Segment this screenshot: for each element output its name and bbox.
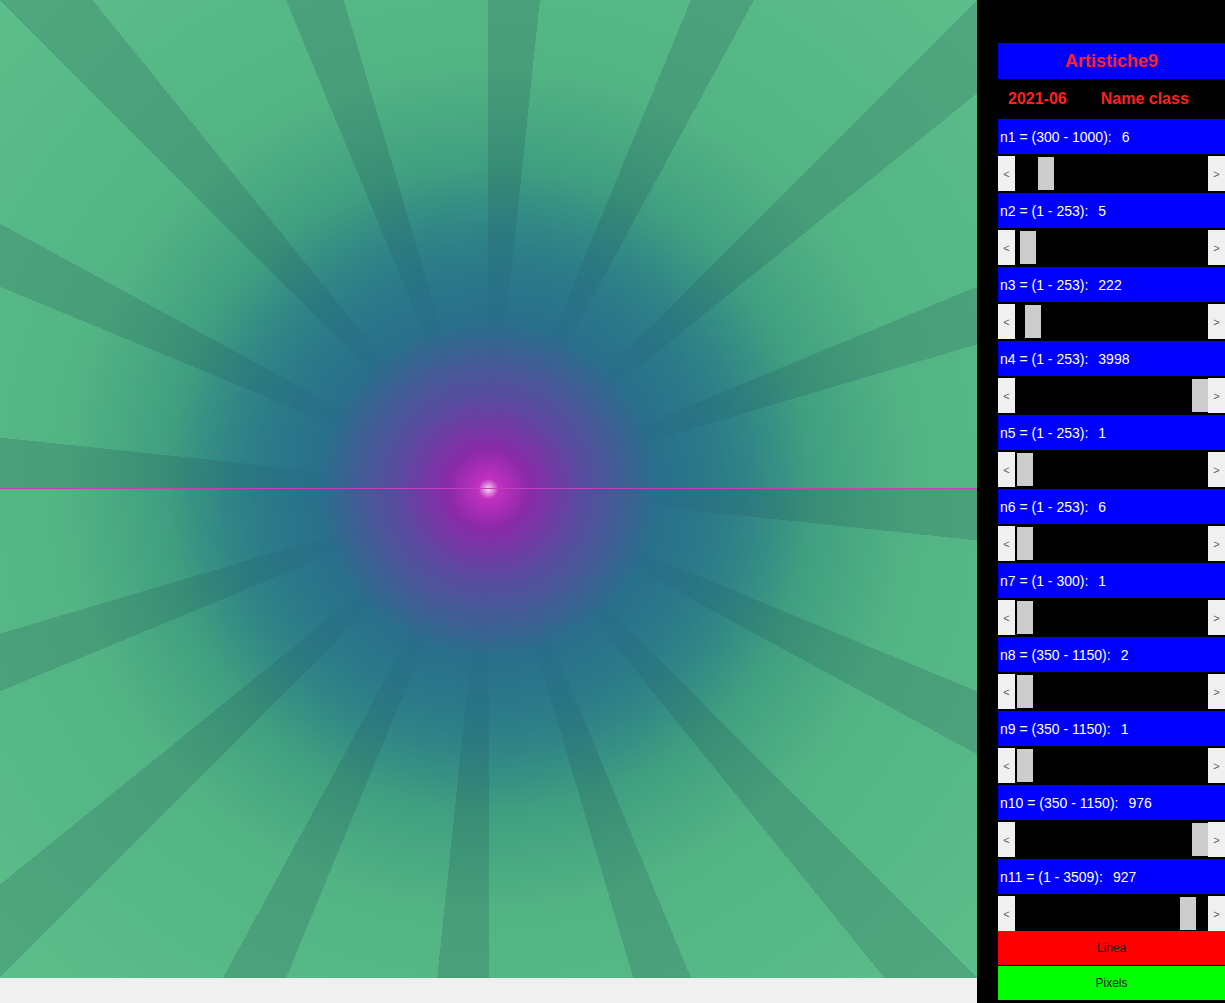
subheader: 2021-06 Name class <box>998 81 1225 117</box>
slider-label: n9 = (350 - 1150):1 <box>998 711 1225 746</box>
slider-value: 927 <box>1113 869 1136 885</box>
bottom-strip <box>0 978 977 1003</box>
scroll-left-button[interactable]: < <box>998 304 1015 339</box>
scroll-right-button[interactable]: > <box>1208 748 1225 783</box>
slider-thumb[interactable] <box>1020 231 1036 264</box>
slider-track[interactable] <box>1015 230 1208 265</box>
scroll-left-button[interactable]: < <box>998 674 1015 709</box>
slider-thumb[interactable] <box>1192 823 1208 856</box>
slider[interactable]: <> <box>998 822 1225 857</box>
slider-thumb[interactable] <box>1180 897 1196 930</box>
slider-label: n3 = (1 - 253):222 <box>998 267 1225 302</box>
slider-thumb[interactable] <box>1192 379 1208 412</box>
scroll-right-button[interactable]: > <box>1208 452 1225 487</box>
scroll-right-button[interactable]: > <box>1208 600 1225 635</box>
slider[interactable]: <> <box>998 378 1225 413</box>
slider-value: 222 <box>1098 277 1121 293</box>
drawing-area <box>0 0 977 1003</box>
action-button[interactable]: Linea <box>998 931 1225 965</box>
app-window: Artistiche9 2021-06 Name class n1 = (300 - … <box>0 0 1225 1003</box>
slider-value: 976 <box>1128 795 1151 811</box>
scroll-left-button[interactable]: < <box>998 896 1015 931</box>
scroll-right-button[interactable]: > <box>1208 896 1225 931</box>
fractal-canvas <box>0 0 977 978</box>
slider-value: 2 <box>1121 647 1129 663</box>
slider-track[interactable] <box>1015 452 1208 487</box>
slider[interactable]: <> <box>998 896 1225 931</box>
slider-track[interactable] <box>1015 674 1208 709</box>
scroll-left-button[interactable]: < <box>998 378 1015 413</box>
class-label: Name class <box>1101 90 1189 108</box>
slider-thumb[interactable] <box>1017 601 1033 634</box>
slider-track[interactable] <box>1015 748 1208 783</box>
slider-thumb[interactable] <box>1017 675 1033 708</box>
scroll-left-button[interactable]: < <box>998 452 1015 487</box>
slider[interactable]: <> <box>998 452 1225 487</box>
slider-track[interactable] <box>1015 526 1208 561</box>
slider-label: n10 = (350 - 1150):976 <box>998 785 1225 820</box>
slider[interactable]: <> <box>998 156 1225 191</box>
slider-label: n4 = (1 - 253):3998 <box>998 341 1225 376</box>
slider-track[interactable] <box>1015 378 1208 413</box>
slider-thumb[interactable] <box>1025 305 1041 338</box>
slider[interactable]: <> <box>998 600 1225 635</box>
slider-label: n7 = (1 - 300):1 <box>998 563 1225 598</box>
slider-value: 3998 <box>1098 351 1129 367</box>
slider-thumb[interactable] <box>1017 453 1033 486</box>
slider-thumb[interactable] <box>1017 527 1033 560</box>
slider-label: n5 = (1 - 253):1 <box>998 415 1225 450</box>
slider-label: n1 = (300 - 1000):6 <box>998 119 1225 154</box>
slider-track[interactable] <box>1015 822 1208 857</box>
slider-track[interactable] <box>1015 600 1208 635</box>
slider[interactable]: <> <box>998 526 1225 561</box>
slider-label: n2 = (1 - 253):5 <box>998 193 1225 228</box>
scroll-right-button[interactable]: > <box>1208 304 1225 339</box>
slider-thumb[interactable] <box>1038 157 1054 190</box>
scroll-right-button[interactable]: > <box>1208 156 1225 191</box>
scroll-left-button[interactable]: < <box>998 748 1015 783</box>
slider-value: 1 <box>1121 721 1129 737</box>
scroll-right-button[interactable]: > <box>1208 526 1225 561</box>
slider[interactable]: <> <box>998 674 1225 709</box>
slider[interactable]: <> <box>998 230 1225 265</box>
scroll-right-button[interactable]: > <box>1208 822 1225 857</box>
scroll-left-button[interactable]: < <box>998 230 1015 265</box>
scroll-left-button[interactable]: < <box>998 600 1015 635</box>
slider-label: n11 = (1 - 3509):927 <box>998 859 1225 894</box>
slider-value: 1 <box>1098 573 1106 589</box>
slider[interactable]: <> <box>998 748 1225 783</box>
scroll-right-button[interactable]: > <box>1208 674 1225 709</box>
slider-track[interactable] <box>1015 896 1208 931</box>
scroll-left-button[interactable]: < <box>998 156 1015 191</box>
slider-value: 1 <box>1098 425 1106 441</box>
slider[interactable]: <> <box>998 304 1225 339</box>
axis-line <box>0 488 977 489</box>
slider-label: n6 = (1 - 253):6 <box>998 489 1225 524</box>
slider-thumb[interactable] <box>1017 749 1033 782</box>
slider-track[interactable] <box>1015 304 1208 339</box>
title-bar: Artistiche9 <box>998 43 1225 79</box>
slider-value: 6 <box>1098 499 1106 515</box>
slider-track[interactable] <box>1015 156 1208 191</box>
scroll-left-button[interactable]: < <box>998 526 1015 561</box>
control-panel: Artistiche9 2021-06 Name class n1 = (300 - … <box>977 0 1225 1003</box>
scroll-right-button[interactable]: > <box>1208 378 1225 413</box>
slider-value: 6 <box>1122 129 1130 145</box>
slider-value: 5 <box>1098 203 1106 219</box>
action-button[interactable]: Pixels <box>998 966 1225 1000</box>
scroll-right-button[interactable]: > <box>1208 230 1225 265</box>
scroll-left-button[interactable]: < <box>998 822 1015 857</box>
date-label: 2021-06 <box>1008 90 1067 108</box>
slider-label: n8 = (350 - 1150):2 <box>998 637 1225 672</box>
